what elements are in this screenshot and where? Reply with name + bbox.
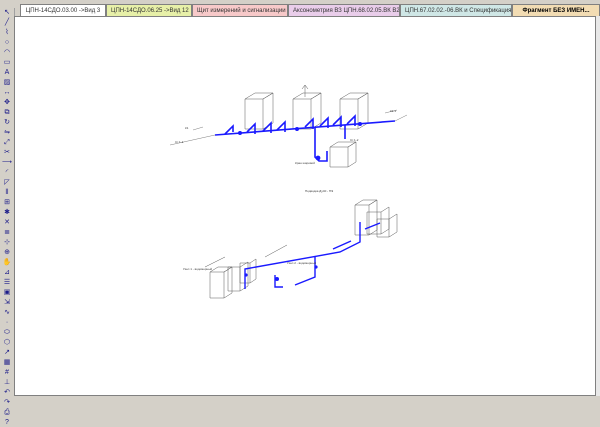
pan-icon[interactable]: ✋: [2, 259, 12, 267]
chamfer-icon[interactable]: ◸: [2, 179, 12, 187]
polygon-icon[interactable]: ⬡: [2, 339, 12, 347]
trim-icon[interactable]: ✂: [2, 149, 12, 157]
tab-6[interactable]: Фрагмент БЕЗ ИМЕН...: [512, 4, 600, 16]
tab-1[interactable]: ЦПН-14СДО.03.00 ->Вид 3: [20, 4, 106, 16]
mirror-icon[interactable]: ⇋: [2, 129, 12, 137]
dim-icon[interactable]: ↔: [2, 89, 12, 97]
insert-icon[interactable]: ⇲: [2, 299, 12, 307]
label-bottom-mid: Узел 2 - водомерный: [287, 261, 316, 265]
left-tool-palette: ↖ ╱ ⌇ ○ ◠ ▭ A ▨ ↔ ✥ ⧉ ↻ ⇋ ⤢ ✂ ⟶ ◜ ◸ ⫴ ⊞ ✱ ✕ ≣ ⊹ ⊕ ✋ ⊿ ☰ ▣ ⇲ ∿ · ⬭ ⬡ ↗ ▦ # ⊥ ↶ ↷…: [0, 8, 15, 426]
extend-icon[interactable]: ⟶: [2, 159, 12, 167]
layer-icon[interactable]: ≣: [2, 229, 12, 237]
line-icon[interactable]: ╱: [2, 19, 12, 27]
label-lower-right-title: Подводка Ду40 - ПЭ: [305, 189, 334, 193]
upper-assembly: Ст.1-1 К1 К1-1 Ст.1-2 Кран шаровой: [169, 84, 408, 168]
label-bottom-left: Узел 1 - водомерный: [183, 267, 212, 271]
snap-icon[interactable]: ⊹: [2, 239, 12, 247]
scale-icon[interactable]: ⤢: [2, 139, 12, 147]
ellipse-icon[interactable]: ⬭: [2, 329, 12, 337]
cursor-icon[interactable]: ↖: [2, 9, 12, 17]
tab-2[interactable]: ЦПН-14СДО.06.25 ->Вид 12: [106, 4, 192, 16]
vertical-scrollbar[interactable]: [596, 16, 600, 396]
leader-icon[interactable]: ↗: [2, 349, 12, 357]
polyline-icon[interactable]: ⌇: [2, 29, 12, 37]
array-icon[interactable]: ⊞: [2, 199, 12, 207]
undo-icon[interactable]: ↶: [2, 389, 12, 397]
axonometric-drawing: Ст.1-1 К1 К1-1 Ст.1-2 Кран шаровой Подво…: [169, 84, 408, 299]
tab-5[interactable]: ЦПН.67.02.02.-06.ВК и Спецификация: [400, 4, 512, 16]
copy-icon[interactable]: ⧉: [2, 109, 12, 117]
label-top-left2: К1: [185, 126, 189, 130]
explode-icon[interactable]: ✱: [2, 209, 12, 217]
block-icon[interactable]: ▣: [2, 289, 12, 297]
rotate-icon[interactable]: ↻: [2, 119, 12, 127]
tab-3[interactable]: Щит измерений и сигнализации: [192, 4, 288, 16]
label-top-left: Ст.1-1: [175, 140, 184, 144]
circle-icon[interactable]: ○: [2, 39, 12, 47]
measure-icon[interactable]: ⊿: [2, 269, 12, 277]
label-mid: Кран шаровой: [295, 161, 315, 165]
table-icon[interactable]: ▦: [2, 359, 12, 367]
drawing-canvas[interactable]: Ст.1-1 К1 К1-1 Ст.1-2 Кран шаровой Подво…: [14, 16, 596, 396]
rect-icon[interactable]: ▭: [2, 59, 12, 67]
properties-icon[interactable]: ☰: [2, 279, 12, 287]
move-icon[interactable]: ✥: [2, 99, 12, 107]
print-icon[interactable]: ⎙: [2, 409, 12, 417]
erase-icon[interactable]: ✕: [2, 219, 12, 227]
spline-icon[interactable]: ∿: [2, 309, 12, 317]
tab-4[interactable]: Аксонометрия ВЗ ЦПН.68.02.05.ВК В2: [288, 4, 400, 16]
text-icon[interactable]: A: [2, 69, 12, 77]
upper-pipe-network: [214, 114, 396, 162]
point-icon[interactable]: ·: [2, 319, 12, 327]
fillet-icon[interactable]: ◜: [2, 169, 12, 177]
label-mid-right: Ст.1-2: [350, 138, 359, 142]
grid-icon[interactable]: #: [2, 369, 12, 377]
redo-icon[interactable]: ↷: [2, 399, 12, 407]
document-tab-bar: ЦПН-14СДО.03.00 ->Вид 3 ЦПН-14СДО.06.25 -…: [20, 4, 600, 16]
arc-icon[interactable]: ◠: [2, 49, 12, 57]
lower-pipe-network: [244, 222, 381, 289]
lower-assembly: Подводка Ду40 - ПЭ Узел 1 - водомерный У…: [183, 189, 398, 299]
label-top-right: К1-1: [390, 109, 396, 113]
hatch-icon[interactable]: ▨: [2, 79, 12, 87]
help-icon[interactable]: ?: [2, 419, 12, 427]
ortho-icon[interactable]: ⊥: [2, 379, 12, 387]
zoom-icon[interactable]: ⊕: [2, 249, 12, 257]
offset-icon[interactable]: ⫴: [2, 189, 12, 197]
